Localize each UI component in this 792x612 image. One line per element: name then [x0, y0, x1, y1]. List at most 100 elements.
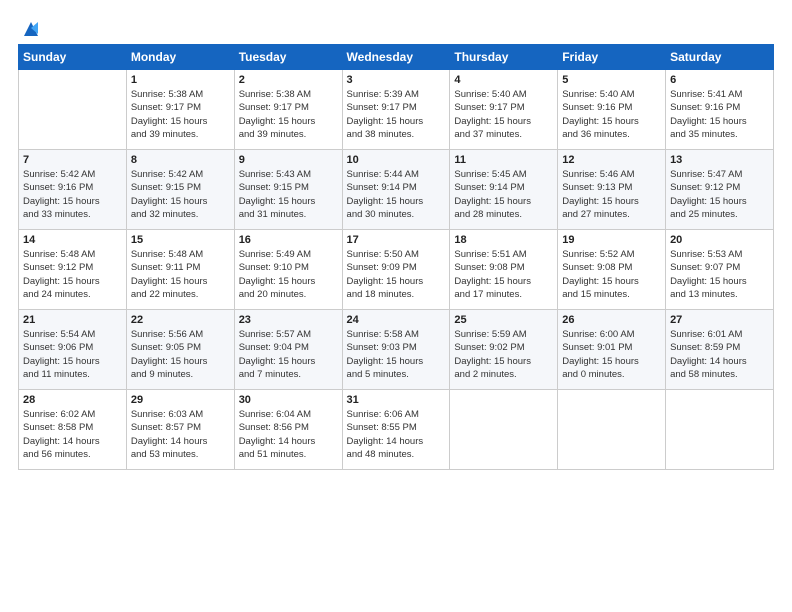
day-info: Sunrise: 5:42 AM Sunset: 9:16 PM Dayligh… [23, 168, 122, 221]
column-header-tuesday: Tuesday [234, 45, 342, 70]
calendar-cell: 13 Sunrise: 5:47 AM Sunset: 9:12 PM Dayli… [666, 150, 774, 230]
calendar-cell: 28 Sunrise: 6:02 AM Sunset: 8:58 PM Dayli… [19, 390, 127, 470]
calendar-cell: 27 Sunrise: 6:01 AM Sunset: 8:59 PM Dayli… [666, 310, 774, 390]
calendar-week-row: 7 Sunrise: 5:42 AM Sunset: 9:16 PM Daylig… [19, 150, 774, 230]
day-number: 30 [239, 394, 338, 406]
day-info: Sunrise: 5:54 AM Sunset: 9:06 PM Dayligh… [23, 328, 122, 381]
day-number: 20 [670, 234, 769, 246]
day-number: 17 [347, 234, 446, 246]
calendar-cell: 25Sunrise: 5:59 AM Sunset: 9:02 PM Dayli… [450, 310, 558, 390]
calendar-cell: 5 Sunrise: 5:40 AM Sunset: 9:16 PM Daylig… [558, 70, 666, 150]
calendar-cell: 29Sunrise: 6:03 AM Sunset: 8:57 PM Dayli… [126, 390, 234, 470]
day-info: Sunrise: 5:45 AM Sunset: 9:14 PM Dayligh… [454, 168, 553, 221]
calendar-cell [450, 390, 558, 470]
day-number: 9 [239, 154, 338, 166]
day-info: Sunrise: 5:40 AM Sunset: 9:17 PM Dayligh… [454, 88, 553, 141]
calendar-cell: 14Sunrise: 5:48 AM Sunset: 9:12 PM Dayli… [19, 230, 127, 310]
day-number: 4 [454, 74, 553, 86]
column-header-sunday: Sunday [19, 45, 127, 70]
calendar-header-row: SundayMondayTuesdayWednesdayThursdayFrid… [19, 45, 774, 70]
day-number: 27 [670, 314, 769, 326]
calendar-cell: 10 Sunrise: 5:44 AM Sunset: 9:14 PM Dayli… [342, 150, 450, 230]
day-info: Sunrise: 5:47 AM Sunset: 9:12 PM Dayligh… [670, 168, 769, 221]
calendar-cell: 15 Sunrise: 5:48 AM Sunset: 9:11 PM Dayli… [126, 230, 234, 310]
calendar-table: SundayMondayTuesdayWednesdayThursdayFrid… [18, 44, 774, 470]
day-number: 3 [347, 74, 446, 86]
column-header-thursday: Thursday [450, 45, 558, 70]
day-number: 10 [347, 154, 446, 166]
calendar-cell: 21 Sunrise: 5:54 AM Sunset: 9:06 PM Dayli… [19, 310, 127, 390]
day-info: Sunrise: 5:43 AM Sunset: 9:15 PM Dayligh… [239, 168, 338, 221]
calendar-cell: 17 Sunrise: 5:50 AM Sunset: 9:09 PM Dayli… [342, 230, 450, 310]
calendar-week-row: 21 Sunrise: 5:54 AM Sunset: 9:06 PM Dayli… [19, 310, 774, 390]
day-number: 2 [239, 74, 338, 86]
day-number: 26 [562, 314, 661, 326]
day-number: 5 [562, 74, 661, 86]
day-info: Sunrise: 6:02 AM Sunset: 8:58 PM Dayligh… [23, 408, 122, 461]
day-info: Sunrise: 6:04 AM Sunset: 8:56 PM Dayligh… [239, 408, 338, 461]
calendar-cell: 2 Sunrise: 5:38 AM Sunset: 9:17 PM Daylig… [234, 70, 342, 150]
day-info: Sunrise: 6:01 AM Sunset: 8:59 PM Dayligh… [670, 328, 769, 381]
day-number: 22 [131, 314, 230, 326]
calendar-cell: 7 Sunrise: 5:42 AM Sunset: 9:16 PM Daylig… [19, 150, 127, 230]
calendar-week-row: 1 Sunrise: 5:38 AM Sunset: 9:17 PM Daylig… [19, 70, 774, 150]
day-number: 21 [23, 314, 122, 326]
calendar-week-row: 28 Sunrise: 6:02 AM Sunset: 8:58 PM Dayli… [19, 390, 774, 470]
day-info: Sunrise: 5:58 AM Sunset: 9:03 PM Dayligh… [347, 328, 446, 381]
calendar-cell: 31Sunrise: 6:06 AM Sunset: 8:55 PM Dayli… [342, 390, 450, 470]
day-info: Sunrise: 5:38 AM Sunset: 9:17 PM Dayligh… [131, 88, 230, 141]
calendar-cell: 23 Sunrise: 5:57 AM Sunset: 9:04 PM Dayli… [234, 310, 342, 390]
calendar-cell [666, 390, 774, 470]
day-number: 6 [670, 74, 769, 86]
calendar-cell: 3 Sunrise: 5:39 AM Sunset: 9:17 PM Daylig… [342, 70, 450, 150]
day-number: 14 [23, 234, 122, 246]
calendar-cell: 18Sunrise: 5:51 AM Sunset: 9:08 PM Dayli… [450, 230, 558, 310]
day-info: Sunrise: 5:40 AM Sunset: 9:16 PM Dayligh… [562, 88, 661, 141]
calendar-cell: 11Sunrise: 5:45 AM Sunset: 9:14 PM Dayli… [450, 150, 558, 230]
logo-text [18, 18, 42, 40]
day-info: Sunrise: 5:49 AM Sunset: 9:10 PM Dayligh… [239, 248, 338, 301]
calendar-cell: 6 Sunrise: 5:41 AM Sunset: 9:16 PM Daylig… [666, 70, 774, 150]
day-info: Sunrise: 5:57 AM Sunset: 9:04 PM Dayligh… [239, 328, 338, 381]
calendar-cell: 19Sunrise: 5:52 AM Sunset: 9:08 PM Dayli… [558, 230, 666, 310]
column-header-wednesday: Wednesday [342, 45, 450, 70]
day-number: 8 [131, 154, 230, 166]
day-number: 15 [131, 234, 230, 246]
calendar-cell: 26Sunrise: 6:00 AM Sunset: 9:01 PM Dayli… [558, 310, 666, 390]
calendar-week-row: 14Sunrise: 5:48 AM Sunset: 9:12 PM Dayli… [19, 230, 774, 310]
day-info: Sunrise: 5:42 AM Sunset: 9:15 PM Dayligh… [131, 168, 230, 221]
calendar-cell: 9 Sunrise: 5:43 AM Sunset: 9:15 PM Daylig… [234, 150, 342, 230]
day-info: Sunrise: 5:39 AM Sunset: 9:17 PM Dayligh… [347, 88, 446, 141]
day-number: 16 [239, 234, 338, 246]
day-info: Sunrise: 5:50 AM Sunset: 9:09 PM Dayligh… [347, 248, 446, 301]
calendar-cell: 30 Sunrise: 6:04 AM Sunset: 8:56 PM Dayli… [234, 390, 342, 470]
calendar-body: 1 Sunrise: 5:38 AM Sunset: 9:17 PM Daylig… [19, 70, 774, 470]
calendar-cell: 4 Sunrise: 5:40 AM Sunset: 9:17 PM Daylig… [450, 70, 558, 150]
column-header-friday: Friday [558, 45, 666, 70]
day-info: Sunrise: 6:06 AM Sunset: 8:55 PM Dayligh… [347, 408, 446, 461]
calendar-cell [19, 70, 127, 150]
day-info: Sunrise: 5:46 AM Sunset: 9:13 PM Dayligh… [562, 168, 661, 221]
day-number: 23 [239, 314, 338, 326]
day-number: 28 [23, 394, 122, 406]
day-number: 1 [131, 74, 230, 86]
calendar-cell: 8 Sunrise: 5:42 AM Sunset: 9:15 PM Daylig… [126, 150, 234, 230]
day-info: Sunrise: 5:44 AM Sunset: 9:14 PM Dayligh… [347, 168, 446, 221]
calendar-cell [558, 390, 666, 470]
calendar-cell: 20 Sunrise: 5:53 AM Sunset: 9:07 PM Dayli… [666, 230, 774, 310]
column-header-saturday: Saturday [666, 45, 774, 70]
day-info: Sunrise: 5:52 AM Sunset: 9:08 PM Dayligh… [562, 248, 661, 301]
day-info: Sunrise: 5:51 AM Sunset: 9:08 PM Dayligh… [454, 248, 553, 301]
day-number: 13 [670, 154, 769, 166]
logo [18, 18, 42, 38]
day-info: Sunrise: 5:41 AM Sunset: 9:16 PM Dayligh… [670, 88, 769, 141]
day-info: Sunrise: 5:38 AM Sunset: 9:17 PM Dayligh… [239, 88, 338, 141]
day-info: Sunrise: 6:03 AM Sunset: 8:57 PM Dayligh… [131, 408, 230, 461]
calendar-cell: 24 Sunrise: 5:58 AM Sunset: 9:03 PM Dayli… [342, 310, 450, 390]
day-info: Sunrise: 5:53 AM Sunset: 9:07 PM Dayligh… [670, 248, 769, 301]
day-number: 24 [347, 314, 446, 326]
calendar-cell: 1 Sunrise: 5:38 AM Sunset: 9:17 PM Daylig… [126, 70, 234, 150]
day-info: Sunrise: 5:48 AM Sunset: 9:11 PM Dayligh… [131, 248, 230, 301]
day-number: 25 [454, 314, 553, 326]
day-number: 7 [23, 154, 122, 166]
